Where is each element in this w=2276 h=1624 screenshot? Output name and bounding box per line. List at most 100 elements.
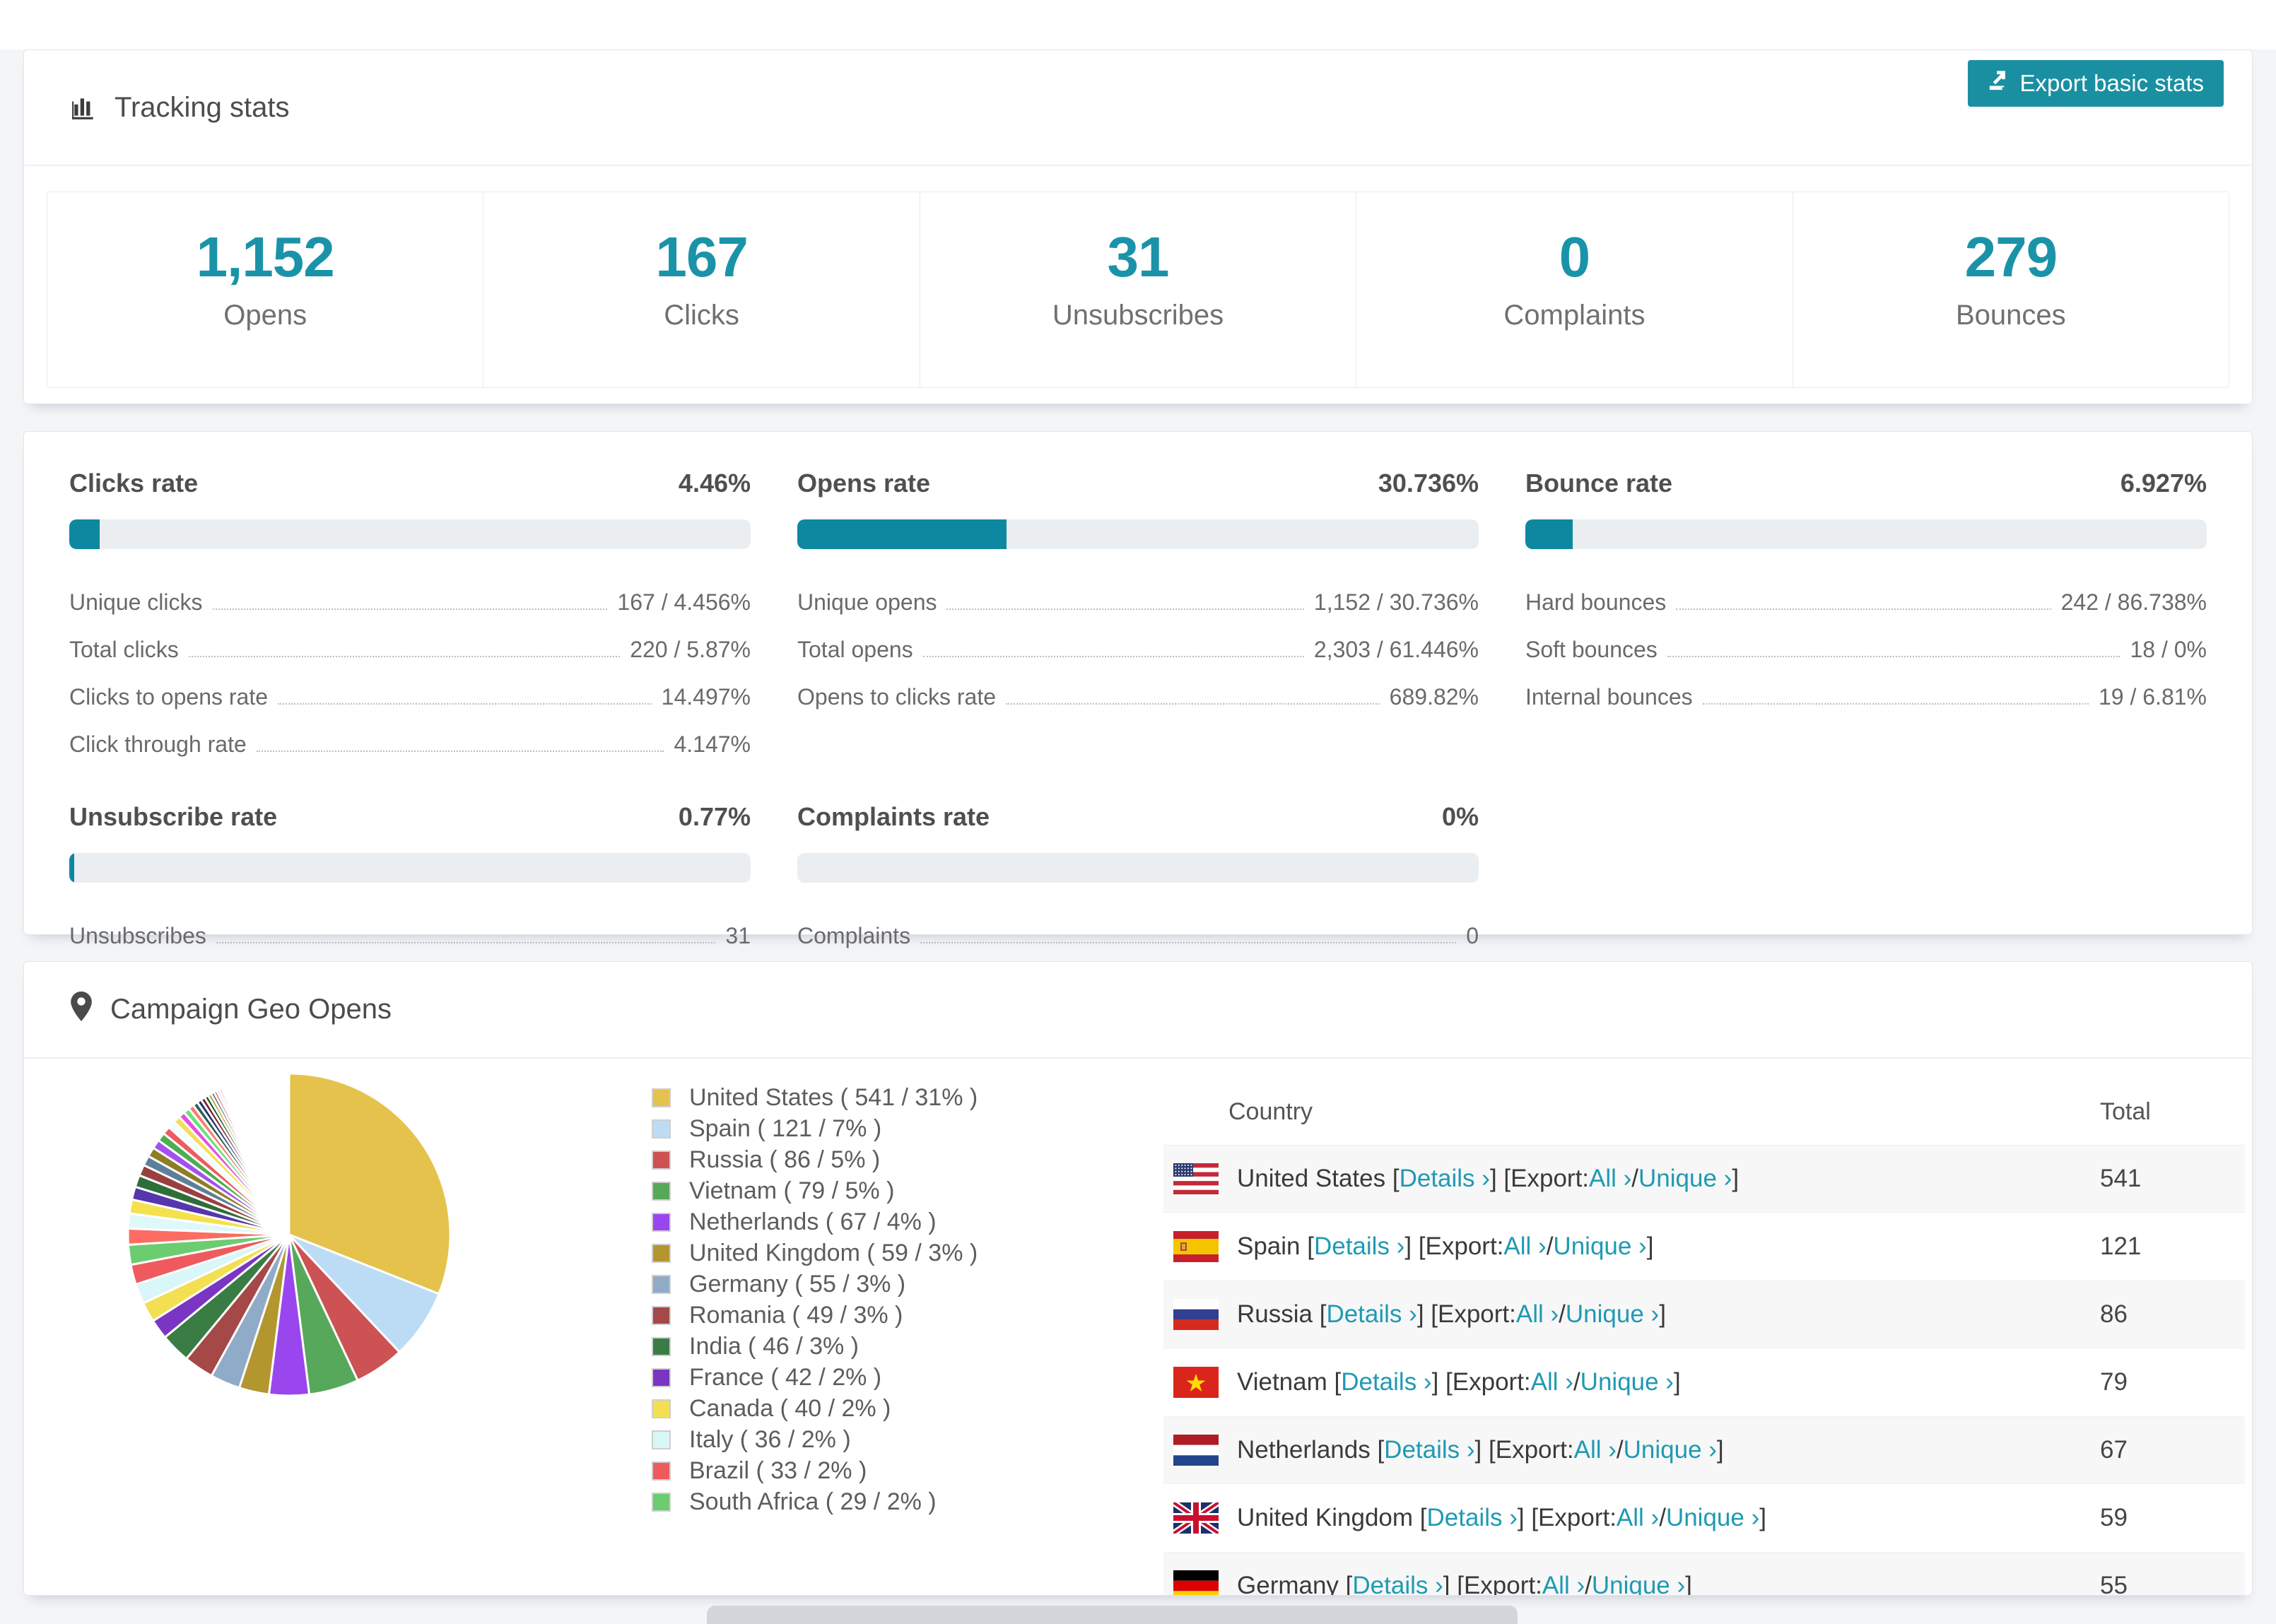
details-link-vietnam[interactable]: Details ›: [1341, 1368, 1431, 1396]
rate-detail-value: 2,303 / 61.446%: [1313, 637, 1479, 662]
rate-panel-title-row: Opens rate 30.736%: [797, 469, 1479, 498]
rate-detail-label: Total opens: [797, 637, 913, 662]
export-unique-link-spain[interactable]: Unique ›: [1553, 1232, 1646, 1261]
legend-item-united-kingdom[interactable]: United Kingdom ( 59 / 3% ): [652, 1240, 978, 1266]
geo-country-name: Vietnam [: [1237, 1368, 1342, 1396]
rate-detail-value: 0: [1466, 923, 1479, 948]
rate-detail-value: 19 / 6.81%: [2099, 684, 2207, 710]
export-unique-link-russia[interactable]: Unique ›: [1566, 1300, 1659, 1329]
rate-detail-label: Hard bounces: [1525, 589, 1667, 615]
export-prefix: [Export:: [1412, 1232, 1504, 1260]
page-top-strip: [0, 0, 2276, 49]
geo-table-row-germany: Germany [Details ›] [Export: All › / Uni…: [1163, 1552, 2245, 1596]
details-link-netherlands[interactable]: Details ›: [1384, 1436, 1474, 1464]
campaign-geo-opens-card: Campaign Geo Opens United States ( 541 /…: [23, 961, 2253, 1596]
rate-progress-fill: [797, 519, 1007, 549]
horizontal-scrollbar-thumb[interactable]: [707, 1606, 1518, 1624]
geo-row-country-cell: Germany [Details ›] [Export: All › / Uni…: [1237, 1572, 2100, 1596]
dotted-leader: [922, 656, 1304, 657]
legend-item-germany[interactable]: Germany ( 55 / 3% ): [652, 1271, 978, 1298]
slash-separator: /: [1559, 1300, 1566, 1328]
bracket-close: ]: [1443, 1572, 1450, 1596]
details-link-russia[interactable]: Details ›: [1326, 1300, 1416, 1329]
export-unique-link-united-states[interactable]: Unique ›: [1638, 1165, 1732, 1193]
legend-label: Spain ( 121 / 7% ): [689, 1115, 882, 1142]
legend-swatch: [652, 1399, 671, 1418]
export-basic-stats-button[interactable]: Export basic stats: [1967, 60, 2224, 107]
summary-stat-opens: 1,152 Opens: [47, 192, 483, 387]
slash-separator: /: [1546, 1232, 1554, 1260]
details-link-spain[interactable]: Details ›: [1314, 1232, 1404, 1261]
export-all-link-netherlands[interactable]: All ›: [1574, 1436, 1617, 1464]
legend-item-brazil[interactable]: Brazil ( 33 / 2% ): [652, 1457, 978, 1484]
export-unique-link-netherlands[interactable]: Unique ›: [1624, 1436, 1717, 1464]
legend-swatch: [652, 1151, 671, 1170]
dotted-leader: [1702, 703, 2089, 705]
export-all-link-vietnam[interactable]: All ›: [1531, 1368, 1573, 1396]
dotted-leader: [256, 751, 664, 752]
legend-item-italy[interactable]: Italy ( 36 / 2% ): [652, 1426, 978, 1453]
summary-stat-bounces: 279 Bounces: [1792, 192, 2229, 387]
export-all-link-united-kingdom[interactable]: All ›: [1617, 1504, 1659, 1532]
export-unique-link-germany[interactable]: Unique ›: [1592, 1572, 1685, 1595]
legend-swatch: [652, 1275, 671, 1294]
rate-panel-value: 6.927%: [2120, 469, 2207, 498]
legend-item-france[interactable]: France ( 42 / 2% ): [652, 1364, 978, 1391]
dotted-leader: [212, 608, 608, 610]
export-unique-link-vietnam[interactable]: Unique ›: [1580, 1368, 1674, 1396]
tracking-stats-title: Tracking stats: [71, 92, 289, 124]
export-all-link-germany[interactable]: All ›: [1542, 1572, 1585, 1595]
rate-panel-bounce-rate: Bounce rate 6.927% Hard bounces 242 / 86.73…: [1525, 469, 2207, 768]
geo-country-name: United Kingdom [: [1237, 1504, 1427, 1531]
details-link-united-states[interactable]: Details ›: [1400, 1165, 1490, 1193]
legend-item-russia[interactable]: Russia ( 86 / 5% ): [652, 1146, 978, 1173]
legend-item-canada[interactable]: Canada ( 40 / 2% ): [652, 1395, 978, 1422]
rate-detail-row: Unique clicks 167 / 4.456%: [69, 579, 751, 626]
export-all-link-russia[interactable]: All ›: [1516, 1300, 1559, 1329]
bracket-close: ]: [1416, 1300, 1424, 1328]
details-link-united-kingdom[interactable]: Details ›: [1426, 1504, 1517, 1532]
export-unique-link-united-kingdom[interactable]: Unique ›: [1666, 1504, 1759, 1532]
geo-table-row-united-states: United States [Details ›] [Export: All ›…: [1163, 1145, 2245, 1213]
legend-item-south-africa[interactable]: South Africa ( 29 / 2% ): [652, 1488, 978, 1515]
tracking-stats-header: Tracking stats Export basic stats: [24, 50, 2252, 166]
summary-stat-value: 1,152: [196, 225, 335, 288]
details-link-germany[interactable]: Details ›: [1352, 1572, 1443, 1595]
campaign-geo-opens-body: United States ( 541 / 31% ) Spain ( 121 /…: [24, 1059, 2252, 1595]
geo-row-total-russia: 86: [2100, 1300, 2128, 1328]
rate-panel-value: 4.46%: [678, 469, 751, 498]
legend-item-spain[interactable]: Spain ( 121 / 7% ): [652, 1115, 978, 1142]
legend-item-united-states[interactable]: United States ( 541 / 31% ): [652, 1084, 978, 1111]
map-pin-icon: [71, 991, 92, 1028]
rate-detail-row: Total clicks 220 / 5.87%: [69, 626, 751, 673]
legend-item-netherlands[interactable]: Netherlands ( 67 / 4% ): [652, 1208, 978, 1235]
flag-icon-vn: [1173, 1367, 1219, 1398]
rate-panel-title: Unsubscribe rate: [69, 802, 278, 831]
export-all-link-united-states[interactable]: All ›: [1589, 1165, 1631, 1193]
rate-detail-row: Unsubscribes 31: [69, 912, 751, 960]
geo-table-row-russia: Russia [Details ›] [Export: All › / Uniq…: [1163, 1281, 2245, 1348]
geo-pie-chart: [123, 1069, 455, 1401]
rate-panel-title-row: Complaints rate 0%: [797, 802, 1479, 832]
geo-country-name: Netherlands [: [1237, 1436, 1385, 1464]
legend-item-romania[interactable]: Romania ( 49 / 3% ): [652, 1302, 978, 1329]
rate-detail-value: 167 / 4.456%: [617, 589, 751, 615]
legend-label: South Africa ( 29 / 2% ): [689, 1488, 937, 1515]
bracket-close: ]: [1759, 1504, 1766, 1531]
summary-stat-label: Bounces: [1955, 299, 2066, 331]
rate-detail-rows: Hard bounces 242 / 86.738% Soft bounces 18 …: [1525, 579, 2207, 721]
rate-progress-fill: [69, 519, 100, 549]
geo-country-name: Spain [: [1237, 1232, 1314, 1260]
legend-label: Netherlands ( 67 / 4% ): [689, 1208, 937, 1235]
legend-item-india[interactable]: India ( 46 / 3% ): [652, 1333, 978, 1360]
geo-row-country-cell: Russia [Details ›] [Export: All › / Uniq…: [1237, 1300, 2100, 1329]
summary-stat-value: 0: [1559, 225, 1590, 288]
rate-panel-value: 0.77%: [678, 802, 751, 831]
rate-detail-value: 4.147%: [674, 731, 751, 757]
geo-table-rows: United States [Details ›] [Export: All ›…: [1163, 1145, 2245, 1596]
bracket-close: ]: [1431, 1368, 1439, 1396]
legend-item-vietnam[interactable]: Vietnam ( 79 / 5% ): [652, 1177, 978, 1204]
rate-panel-title: Bounce rate: [1525, 469, 1673, 498]
export-all-link-spain[interactable]: All ›: [1503, 1232, 1546, 1261]
geo-table-header-country: Country: [1228, 1098, 1313, 1125]
